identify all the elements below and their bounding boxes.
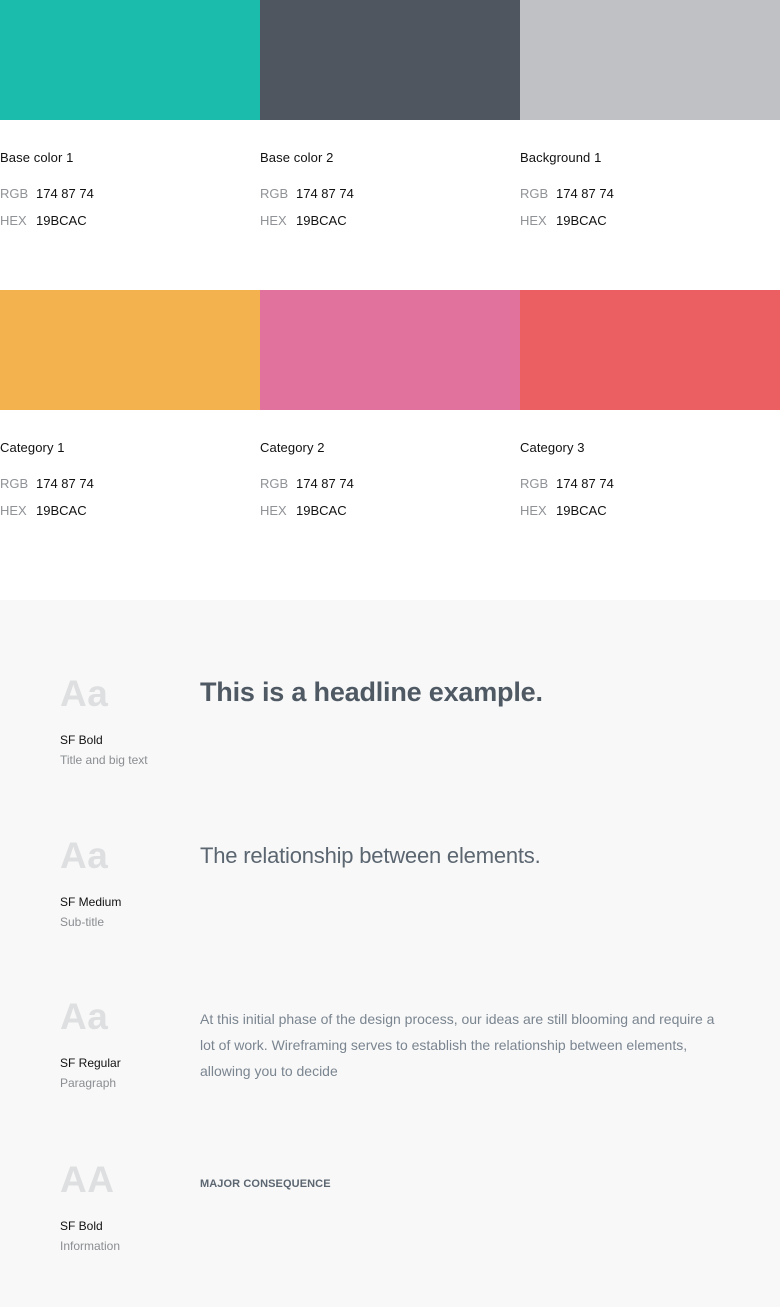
hex-value-row: HEX 19BCAC bbox=[0, 503, 87, 518]
hex-label: HEX bbox=[260, 213, 287, 228]
hex-value: 19BCAC bbox=[556, 213, 607, 228]
rgb-label: RGB bbox=[260, 476, 289, 491]
hex-value: 19BCAC bbox=[36, 213, 87, 228]
hex-value-row: HEX 19BCAC bbox=[260, 503, 347, 518]
font-name: SF Bold bbox=[60, 1219, 103, 1233]
swatch-card: Category 2 RGB 174 87 74 HEX 19BCAC bbox=[260, 290, 520, 580]
rgb-value: 174 87 74 bbox=[556, 186, 614, 201]
swatch-card: Category 1 RGB 174 87 74 HEX 19BCAC bbox=[0, 290, 260, 580]
color-swatch-category-3 bbox=[520, 290, 780, 410]
rgb-label: RGB bbox=[260, 186, 289, 201]
rgb-value-row: RGB 174 87 74 bbox=[260, 476, 354, 491]
color-swatch-category-1 bbox=[0, 290, 260, 410]
hex-label: HEX bbox=[520, 503, 547, 518]
palette-row: Base color 1 RGB 174 87 74 HEX 19BCAC Ba… bbox=[0, 0, 780, 290]
subtitle-example: The relationship between elements. bbox=[200, 843, 541, 868]
information-example: MAJOR CONSEQUENCE bbox=[200, 1178, 331, 1190]
hex-label: HEX bbox=[0, 503, 27, 518]
font-usage: Paragraph bbox=[60, 1076, 117, 1090]
rgb-value-row: RGB 174 87 74 bbox=[0, 186, 94, 201]
type-sample-glyph: Aa bbox=[60, 835, 109, 876]
rgb-label: RGB bbox=[0, 476, 29, 491]
rgb-value-row: RGB 174 87 74 bbox=[0, 476, 94, 491]
swatch-name: Base color 1 bbox=[0, 150, 74, 165]
swatch-card: Background 1 RGB 174 87 74 HEX 19BCAC bbox=[520, 0, 780, 290]
color-swatch-background-1 bbox=[520, 0, 780, 120]
hex-value: 19BCAC bbox=[36, 503, 87, 518]
font-usage: Information bbox=[60, 1239, 121, 1253]
color-swatch-base-2 bbox=[260, 0, 520, 120]
swatch-name: Category 2 bbox=[260, 440, 325, 455]
hex-value-row: HEX 19BCAC bbox=[0, 213, 87, 228]
rgb-value: 174 87 74 bbox=[296, 476, 354, 491]
rgb-label: RGB bbox=[520, 476, 549, 491]
rgb-value: 174 87 74 bbox=[556, 476, 614, 491]
swatch-name: Category 3 bbox=[520, 440, 585, 455]
hex-label: HEX bbox=[260, 503, 287, 518]
swatch-name: Category 1 bbox=[0, 440, 65, 455]
font-usage: Sub-title bbox=[60, 915, 105, 929]
color-swatch-base-1 bbox=[0, 0, 260, 120]
hex-value: 19BCAC bbox=[296, 213, 347, 228]
paragraph-example: At this initial phase of the design proc… bbox=[200, 1011, 715, 1079]
rgb-value-row: RGB 174 87 74 bbox=[520, 186, 614, 201]
font-name: SF Medium bbox=[60, 895, 122, 909]
type-sample-glyph: AA bbox=[60, 1159, 115, 1200]
font-name: SF Regular bbox=[60, 1056, 121, 1070]
color-palette: Base color 1 RGB 174 87 74 HEX 19BCAC Ba… bbox=[0, 0, 780, 600]
hex-label: HEX bbox=[0, 213, 27, 228]
typography-section: Aa SF Bold Title and big text This is a … bbox=[0, 600, 780, 1307]
hex-value: 19BCAC bbox=[296, 503, 347, 518]
hex-value-row: HEX 19BCAC bbox=[260, 213, 347, 228]
rgb-value: 174 87 74 bbox=[296, 186, 354, 201]
hex-value: 19BCAC bbox=[556, 503, 607, 518]
rgb-value: 174 87 74 bbox=[36, 186, 94, 201]
type-sample-glyph: Aa bbox=[60, 673, 109, 714]
font-usage: Title and big text bbox=[60, 753, 148, 767]
palette-row: Category 1 RGB 174 87 74 HEX 19BCAC Cate… bbox=[0, 290, 780, 580]
rgb-label: RGB bbox=[520, 186, 549, 201]
swatch-card: Base color 1 RGB 174 87 74 HEX 19BCAC bbox=[0, 0, 260, 290]
rgb-value-row: RGB 174 87 74 bbox=[260, 186, 354, 201]
rgb-value-row: RGB 174 87 74 bbox=[520, 476, 614, 491]
rgb-value: 174 87 74 bbox=[36, 476, 94, 491]
swatch-card: Category 3 RGB 174 87 74 HEX 19BCAC bbox=[520, 290, 780, 580]
swatch-card: Base color 2 RGB 174 87 74 HEX 19BCAC bbox=[260, 0, 520, 290]
headline-example: This is a headline example. bbox=[200, 677, 543, 707]
type-sample-glyph: Aa bbox=[60, 996, 109, 1037]
hex-value-row: HEX 19BCAC bbox=[520, 213, 607, 228]
color-swatch-category-2 bbox=[260, 290, 520, 410]
font-name: SF Bold bbox=[60, 733, 103, 747]
hex-label: HEX bbox=[520, 213, 547, 228]
rgb-label: RGB bbox=[0, 186, 29, 201]
swatch-name: Background 1 bbox=[520, 150, 602, 165]
swatch-name: Base color 2 bbox=[260, 150, 334, 165]
hex-value-row: HEX 19BCAC bbox=[520, 503, 607, 518]
